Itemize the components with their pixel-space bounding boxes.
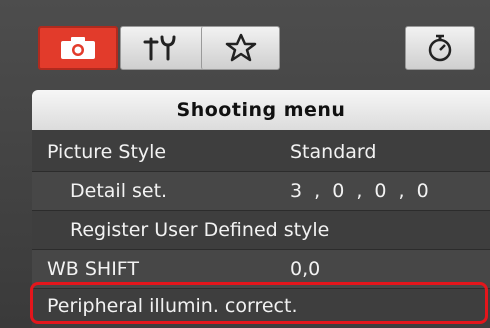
shooting-menu: Shooting menu Picture Style Standard Det…: [32, 90, 490, 328]
menu-item-peripheral-illumination-correction[interactable]: Peripheral illumin. correct.: [32, 287, 490, 325]
tools-icon: [143, 35, 176, 61]
menu-item-label: Detail set.: [70, 180, 168, 202]
menu-item-wb-shift[interactable]: WB SHIFT 0,0: [32, 250, 490, 288]
camera-settings-window: Shooting menu Picture Style Standard Det…: [0, 0, 490, 328]
tab-shooting[interactable]: [38, 26, 118, 70]
menu-item-detail-set[interactable]: Detail set. 3 , 0 , 0 , 0: [32, 172, 490, 210]
tab-tools[interactable]: [121, 26, 199, 70]
camera-icon: [61, 37, 95, 59]
star-icon: [225, 33, 257, 62]
menu-item-label: Register User Defined style: [70, 219, 330, 241]
timer-icon: [428, 34, 452, 62]
tab-timer[interactable]: [405, 26, 475, 70]
menu-item-picture-style[interactable]: Picture Style Standard: [32, 133, 490, 171]
menu-item-label: WB SHIFT: [47, 258, 140, 280]
tab-my-menu[interactable]: [201, 26, 280, 70]
menu-item-label: Peripheral illumin. correct.: [47, 295, 298, 317]
menu-item-register-user-defined-style[interactable]: Register User Defined style: [32, 211, 490, 249]
menu-item-value: 0,0: [290, 258, 321, 280]
menu-title: Shooting menu: [32, 90, 490, 130]
menu-item-value: Standard: [290, 141, 377, 163]
menu-item-label: Picture Style: [47, 141, 167, 163]
menu-item-value: 3 , 0 , 0 , 0: [290, 180, 432, 202]
